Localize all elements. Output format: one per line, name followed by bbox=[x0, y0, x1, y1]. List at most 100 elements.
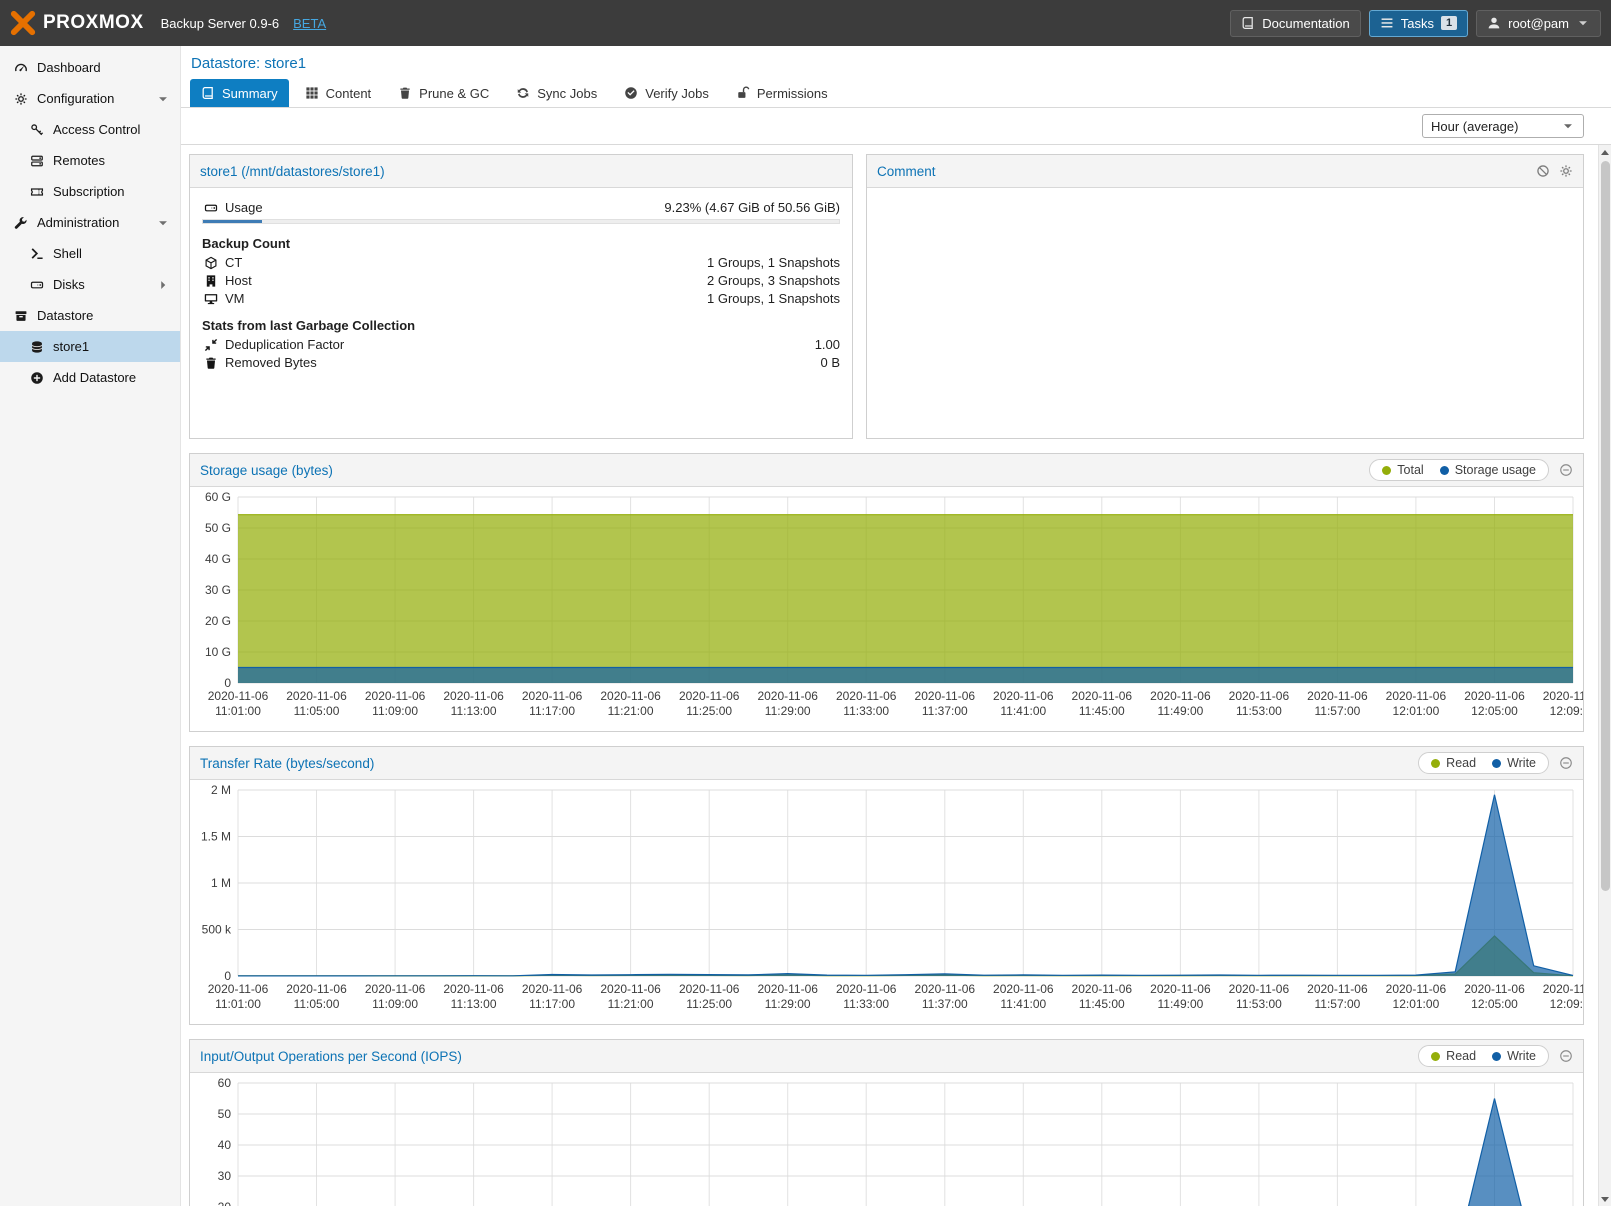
tab-label: Permissions bbox=[757, 86, 828, 101]
book-icon bbox=[1241, 16, 1255, 30]
scrollbar-thumb[interactable] bbox=[1601, 161, 1610, 891]
sidebar-item-dashboard[interactable]: Dashboard bbox=[0, 52, 180, 83]
plus-circle-icon bbox=[28, 371, 46, 385]
legend-item-storage-usage[interactable]: Storage usage bbox=[1440, 463, 1536, 477]
storage-usage-panel-header: Storage usage (bytes)TotalStorage usage bbox=[190, 454, 1583, 487]
tab-summary[interactable]: Summary bbox=[190, 79, 289, 107]
legend-item-write[interactable]: Write bbox=[1492, 1049, 1536, 1063]
svg-text:12:09:00: 12:09:00 bbox=[1550, 704, 1583, 718]
svg-text:11:29:00: 11:29:00 bbox=[765, 997, 811, 1011]
svg-text:11:57:00: 11:57:00 bbox=[1314, 997, 1360, 1011]
svg-text:2020-11-06: 2020-11-06 bbox=[757, 982, 818, 996]
svg-text:2020-11-06: 2020-11-06 bbox=[1072, 689, 1133, 703]
documentation-button[interactable]: Documentation bbox=[1230, 10, 1360, 37]
triangle-up-icon bbox=[1601, 150, 1609, 155]
sidebar-item-configuration[interactable]: Configuration bbox=[0, 83, 180, 114]
circle-slash-icon[interactable] bbox=[1536, 164, 1550, 178]
tasks-button[interactable]: Tasks 1 bbox=[1369, 10, 1468, 37]
svg-text:2020-11-06: 2020-11-06 bbox=[365, 689, 426, 703]
sidebar-item-label: Dashboard bbox=[37, 60, 101, 75]
svg-text:11:25:00: 11:25:00 bbox=[686, 997, 732, 1011]
transfer-rate-panel-header: Transfer Rate (bytes/second)ReadWrite bbox=[190, 747, 1583, 780]
svg-text:11:41:00: 11:41:00 bbox=[1000, 704, 1046, 718]
usage-row: Usage9.23% (4.67 GiB of 50.56 GiB) bbox=[202, 200, 840, 215]
vertical-scrollbar[interactable] bbox=[1598, 145, 1611, 1206]
sidebar-item-disks[interactable]: Disks bbox=[0, 269, 180, 300]
svg-text:11:29:00: 11:29:00 bbox=[765, 704, 811, 718]
comment-panel: Comment bbox=[866, 154, 1584, 439]
proxmox-logo-icon bbox=[10, 10, 36, 36]
sidebar-item-shell[interactable]: Shell bbox=[0, 238, 180, 269]
legend-item-read[interactable]: Read bbox=[1431, 1049, 1476, 1063]
legend-dot bbox=[1492, 1052, 1501, 1061]
svg-text:2020-11-06: 2020-11-06 bbox=[993, 689, 1054, 703]
tab-label: Sync Jobs bbox=[537, 86, 597, 101]
legend-item-write[interactable]: Write bbox=[1492, 756, 1536, 770]
legend-label: Total bbox=[1397, 463, 1423, 477]
sidebar-item-label: Datastore bbox=[37, 308, 93, 323]
svg-text:2020-11-06: 2020-11-06 bbox=[836, 982, 897, 996]
tab-prune-gc[interactable]: Prune & GC bbox=[387, 79, 500, 107]
archive-icon bbox=[12, 309, 30, 323]
key-icon bbox=[28, 123, 46, 137]
tab-content[interactable]: Content bbox=[294, 79, 383, 107]
iops-title: Input/Output Operations per Second (IOPS… bbox=[200, 1049, 462, 1064]
tab-permissions[interactable]: Permissions bbox=[725, 79, 839, 107]
svg-text:2020-11-06: 2020-11-06 bbox=[522, 689, 583, 703]
sidebar-item-add-datastore[interactable]: Add Datastore bbox=[0, 362, 180, 393]
svg-text:2 M: 2 M bbox=[211, 783, 231, 797]
tab-verify-jobs[interactable]: Verify Jobs bbox=[613, 79, 720, 107]
status-row-host: Host2 Groups, 3 Snapshots bbox=[202, 273, 840, 288]
svg-text:11:13:00: 11:13:00 bbox=[451, 997, 497, 1011]
user-menu-button[interactable]: root@pam bbox=[1476, 10, 1601, 37]
tab-label: Verify Jobs bbox=[645, 86, 709, 101]
legend-item-read[interactable]: Read bbox=[1431, 756, 1476, 770]
sidebar-item-access-control[interactable]: Access Control bbox=[0, 114, 180, 145]
scroll-up-button[interactable] bbox=[1599, 145, 1611, 159]
sidebar-item-label: Access Control bbox=[53, 122, 140, 137]
svg-text:2020-11-06: 2020-11-06 bbox=[1464, 689, 1525, 703]
scroll-down-button[interactable] bbox=[1599, 1192, 1611, 1206]
sidebar-item-subscription[interactable]: Subscription bbox=[0, 176, 180, 207]
svg-text:12:05:00: 12:05:00 bbox=[1471, 704, 1518, 718]
triangle-down-icon bbox=[1601, 1197, 1609, 1202]
usage-progress-fill bbox=[203, 220, 262, 223]
timeframe-select[interactable]: Hour (average) bbox=[1422, 114, 1584, 138]
svg-text:2020-11-06: 2020-11-06 bbox=[679, 689, 740, 703]
svg-text:2020-11-06: 2020-11-06 bbox=[1150, 982, 1211, 996]
proxmox-brand: PROXMOX Backup Server 0.9-6 BETA bbox=[10, 10, 326, 36]
beta-link[interactable]: BETA bbox=[293, 16, 326, 31]
check-circle-icon bbox=[624, 86, 638, 100]
trash-icon bbox=[202, 356, 219, 370]
section-title-stats-from-last-garbage-collection: Stats from last Garbage Collection bbox=[202, 318, 840, 333]
sidebar-item-remotes[interactable]: Remotes bbox=[0, 145, 180, 176]
sidebar-item-store1[interactable]: store1 bbox=[0, 331, 180, 362]
svg-text:2020-11-06: 2020-11-06 bbox=[1307, 982, 1368, 996]
svg-text:2020-11-06: 2020-11-06 bbox=[1386, 982, 1447, 996]
sidebar-item-label: Add Datastore bbox=[53, 370, 136, 385]
svg-text:12:01:00: 12:01:00 bbox=[1393, 704, 1440, 718]
sidebar-item-datastore[interactable]: Datastore bbox=[0, 300, 180, 331]
tab-label: Summary bbox=[222, 86, 278, 101]
svg-text:2020-11-06: 2020-11-06 bbox=[443, 689, 504, 703]
legend-item-total[interactable]: Total bbox=[1382, 463, 1423, 477]
legend-label: Write bbox=[1507, 1049, 1536, 1063]
legend-label: Storage usage bbox=[1455, 463, 1536, 477]
svg-text:50: 50 bbox=[218, 1107, 232, 1121]
svg-text:0: 0 bbox=[224, 969, 231, 983]
svg-text:2020-11-06: 2020-11-06 bbox=[600, 982, 661, 996]
svg-text:2020-11-06: 2020-11-06 bbox=[1543, 982, 1583, 996]
svg-text:40: 40 bbox=[218, 1138, 232, 1152]
tasks-label: Tasks bbox=[1401, 16, 1434, 31]
section-title-backup-count: Backup Count bbox=[202, 236, 840, 251]
svg-text:2020-11-06: 2020-11-06 bbox=[208, 689, 269, 703]
svg-text:2020-11-06: 2020-11-06 bbox=[679, 982, 740, 996]
status-row-label: CT bbox=[225, 255, 242, 270]
sidebar-item-administration[interactable]: Administration bbox=[0, 207, 180, 238]
collapse-icon[interactable] bbox=[1559, 756, 1573, 770]
collapse-icon[interactable] bbox=[1559, 463, 1573, 477]
gear-icon[interactable] bbox=[1559, 164, 1573, 178]
sidebar-item-label: Shell bbox=[53, 246, 82, 261]
collapse-icon[interactable] bbox=[1559, 1049, 1573, 1063]
tab-sync-jobs[interactable]: Sync Jobs bbox=[505, 79, 608, 107]
